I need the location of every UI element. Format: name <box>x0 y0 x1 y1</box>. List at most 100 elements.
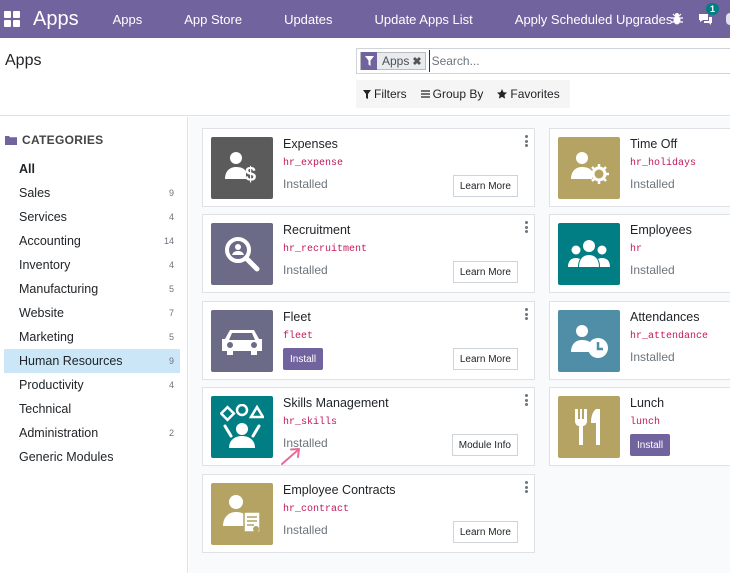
install-button[interactable]: Install <box>283 348 324 370</box>
app-title: Fleet <box>283 310 311 324</box>
star-icon <box>497 89 508 99</box>
time-off-icon <box>558 137 620 199</box>
app-card-skills-management[interactable]: Skills Management hr_skills Installed Mo… <box>202 387 535 466</box>
app-title: Recruitment <box>283 223 351 237</box>
app-card-lunch[interactable]: Lunch lunch Install <box>549 387 730 466</box>
app-technical-name: hr_skills <box>283 417 338 428</box>
app-status: Installed <box>630 177 675 191</box>
attendance-icon <box>558 310 620 372</box>
category-sidebar: CATEGORIES All Sales 9 Services 4 Accounti… <box>0 117 188 573</box>
app-technical-name: hr_recruitment <box>283 244 368 255</box>
category-inventory[interactable]: Inventory 4 <box>4 253 180 277</box>
lunch-icon <box>558 396 620 458</box>
app-card-recruitment[interactable]: Recruitment hr_recruitment Installed Lea… <box>202 214 535 293</box>
user-avatar-edge[interactable] <box>726 13 730 25</box>
facet-remove-icon[interactable]: ✖ <box>412 55 424 68</box>
app-brand[interactable]: Apps <box>33 8 79 31</box>
app-technical-name: lunch <box>630 417 661 428</box>
app-technical-name: hr_contract <box>283 504 350 515</box>
app-title: Expenses <box>283 137 338 151</box>
skills-icon <box>211 396 273 458</box>
folder-icon <box>5 136 17 145</box>
app-technical-name: fleet <box>283 331 314 342</box>
menu-updates[interactable]: Updates <box>263 12 353 27</box>
svg-text:$: $ <box>245 164 256 186</box>
main-menu: Apps App Store Updates Update Apps List … <box>99 12 694 27</box>
app-title: Employees <box>630 223 692 237</box>
categories-header: CATEGORIES <box>5 133 103 147</box>
top-navbar: Apps Apps App Store Updates Update Apps … <box>0 0 730 38</box>
employees-icon <box>558 223 620 285</box>
contract-icon <box>211 483 273 545</box>
app-card-fleet[interactable]: Fleet fleet Install Learn More <box>202 301 535 380</box>
menu-app-store[interactable]: App Store <box>163 12 263 27</box>
app-status: Installed <box>283 523 328 537</box>
group-by-button[interactable]: Group By <box>414 87 491 101</box>
app-title: Skills Management <box>283 396 389 410</box>
category-administration[interactable]: Administration 2 <box>4 421 180 445</box>
app-title: Employee Contracts <box>283 483 396 497</box>
annotation-arrow-icon <box>281 448 300 465</box>
learn-more-button[interactable]: Learn More <box>452 521 518 543</box>
filters-button[interactable]: Filters <box>356 87 414 101</box>
app-card-attendances[interactable]: Attendances hr_attendance Installed <box>549 301 730 380</box>
app-card-expenses[interactable]: $ Expenses hr_expense Installed Learn Mo… <box>202 128 535 207</box>
app-status: Installed <box>630 263 675 277</box>
app-title: Time Off <box>630 137 678 151</box>
group-by-label: Group By <box>432 87 484 101</box>
app-title: Lunch <box>630 396 665 410</box>
category-technical[interactable]: Technical <box>4 397 180 421</box>
menu-update-apps-list[interactable]: Update Apps List <box>353 12 493 27</box>
app-status: Installed <box>283 263 328 277</box>
expense-icon: $ <box>211 137 273 199</box>
kebab-menu-icon[interactable] <box>525 221 528 233</box>
bug-icon[interactable] <box>670 12 684 26</box>
car-icon <box>211 310 273 372</box>
menu-apps[interactable]: Apps <box>99 12 164 27</box>
app-technical-name: hr <box>630 244 643 255</box>
app-card-employees[interactable]: Employees hr Installed <box>549 214 730 293</box>
category-generic-modules[interactable]: Generic Modules <box>4 445 180 469</box>
kebab-menu-icon[interactable] <box>525 394 528 406</box>
apps-kanban: $ Expenses hr_expense Installed Learn Mo… <box>189 117 730 573</box>
category-sales[interactable]: Sales 9 <box>4 181 180 205</box>
category-human-resources[interactable]: Human Resources 9 <box>4 349 180 373</box>
app-technical-name: hr_holidays <box>630 158 697 169</box>
category-website[interactable]: Website 7 <box>4 301 180 325</box>
category-manufacturing[interactable]: Manufacturing 5 <box>4 277 180 301</box>
search-options-bar: Filters Group By Favorites <box>356 80 570 108</box>
chat-icon[interactable]: 1 <box>698 3 720 26</box>
install-button[interactable]: Install <box>630 434 671 456</box>
learn-more-button[interactable]: Learn More <box>452 261 518 283</box>
category-services[interactable]: Services 4 <box>4 205 180 229</box>
filter-icon <box>363 89 371 99</box>
search-box[interactable]: Apps ✖ <box>356 48 730 74</box>
filter-funnel-icon <box>361 52 377 70</box>
kebab-menu-icon[interactable] <box>525 308 528 320</box>
app-technical-name: hr_attendance <box>630 331 709 342</box>
favorites-button[interactable]: Favorites <box>490 87 566 101</box>
menu-apply-scheduled-upgrades[interactable]: Apply Scheduled Upgrades <box>494 12 694 27</box>
category-productivity[interactable]: Productivity 4 <box>4 373 180 397</box>
filters-label: Filters <box>374 87 407 101</box>
learn-more-button[interactable]: Learn More <box>452 348 518 370</box>
app-status: Installed <box>283 177 328 191</box>
favorites-label: Favorites <box>510 87 560 101</box>
app-card-time-off[interactable]: Time Off hr_holidays Installed <box>549 128 730 207</box>
app-card-employee-contracts[interactable]: Employee Contracts hr_contract Installed… <box>202 474 535 553</box>
search-input[interactable] <box>428 50 719 72</box>
category-accounting[interactable]: Accounting 14 <box>4 229 180 253</box>
category-all[interactable]: All <box>4 157 180 181</box>
category-list: All Sales 9 Services 4 Accounting 14 Invent… <box>4 157 180 469</box>
category-marketing[interactable]: Marketing 5 <box>4 325 180 349</box>
search-facet: Apps ✖ <box>360 52 426 70</box>
module-info-button[interactable]: Module Info <box>451 434 518 456</box>
learn-more-button[interactable]: Learn More <box>452 175 518 197</box>
facet-label: Apps <box>382 54 410 68</box>
list-icon <box>420 90 430 98</box>
apps-grid-icon[interactable] <box>4 11 20 27</box>
kebab-menu-icon[interactable] <box>525 135 528 147</box>
app-title: Attendances <box>630 310 700 324</box>
kebab-menu-icon[interactable] <box>525 481 528 493</box>
page-title: Apps <box>5 52 42 69</box>
